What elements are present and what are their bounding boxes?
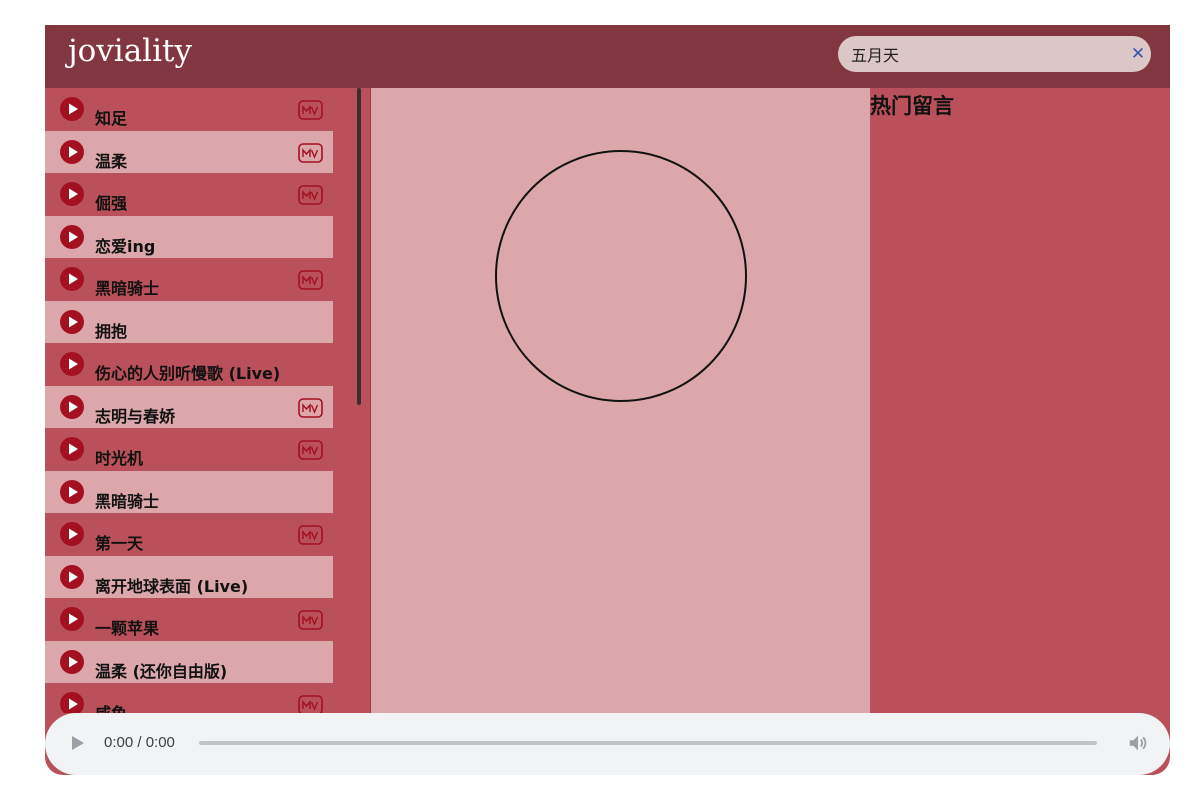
song-title: 离开地球表面 (Live) <box>95 576 249 596</box>
comments-title: 热门留言 <box>870 94 954 118</box>
play-circle-icon[interactable] <box>60 224 84 249</box>
song-title: 拥抱 <box>95 321 128 341</box>
app-logo: joviality <box>68 33 192 69</box>
play-circle-icon[interactable] <box>60 309 84 334</box>
song-list: 知足 温柔 倔强 恋爱ing 黑暗骑士 拥抱 伤心的人别听慢歌 (Live) 志明与春娇 时光机… <box>45 88 333 713</box>
list-item[interactable]: 温柔 <box>45 130 333 173</box>
song-title: 黑暗骑士 <box>95 491 160 511</box>
play-circle-icon[interactable] <box>60 479 84 504</box>
audio-player: 0:00 / 0:00 <box>45 713 1170 775</box>
play-circle-icon[interactable] <box>60 607 84 631</box>
play-circle-icon[interactable] <box>60 352 84 376</box>
volume-icon[interactable] <box>1127 732 1149 754</box>
song-title: 恋爱ing <box>95 236 156 256</box>
play-circle-icon[interactable] <box>60 267 84 291</box>
list-item[interactable]: 一颗苹果 <box>45 598 333 641</box>
play-circle-icon[interactable] <box>60 182 84 206</box>
list-item[interactable]: 黑暗骑士 <box>45 470 333 513</box>
header-bar: joviality ✕ <box>45 25 1170 88</box>
mv-icon[interactable] <box>298 100 323 120</box>
player-panel <box>371 88 870 713</box>
song-title: 时光机 <box>95 449 144 468</box>
song-title: 伤心的人别听慢歌 (Live) <box>95 364 281 383</box>
play-circle-icon[interactable] <box>60 394 84 419</box>
song-title: 咸鱼 <box>95 700 127 713</box>
list-item[interactable]: 伤心的人别听慢歌 (Live) <box>45 343 333 386</box>
list-item[interactable]: 咸鱼 <box>45 683 333 713</box>
list-item[interactable]: 第一天 <box>45 513 333 556</box>
mv-icon[interactable] <box>298 695 323 713</box>
list-item[interactable]: 倔强 <box>45 173 333 216</box>
progress-bar[interactable] <box>199 741 1097 745</box>
list-item[interactable]: 离开地球表面 (Live) <box>45 555 333 598</box>
song-title: 温柔 <box>95 151 128 171</box>
mv-icon[interactable] <box>298 525 323 545</box>
song-title: 知足 <box>95 109 128 128</box>
play-circle-icon[interactable] <box>60 692 84 713</box>
play-circle-icon[interactable] <box>60 437 84 461</box>
app-window: joviality ✕ 知足温柔倔强恋爱ing黑暗骑士拥抱伤心的人别听慢歌 (L… <box>45 25 1170 775</box>
mv-icon[interactable] <box>298 270 323 290</box>
list-item[interactable]: 黑暗骑士 <box>45 258 333 301</box>
search-box: ✕ <box>838 36 1151 72</box>
mv-icon[interactable] <box>298 610 323 630</box>
play-circle-icon[interactable] <box>60 522 84 546</box>
song-title: 一颗苹果 <box>95 619 160 638</box>
list-item[interactable]: 温柔 (还你自由版) <box>45 640 333 683</box>
song-title: 温柔 (还你自由版) <box>95 661 228 681</box>
comments-panel: 热门留言 <box>870 88 1170 713</box>
list-item[interactable]: 恋爱ing <box>45 215 333 258</box>
scrollbar-thumb[interactable] <box>357 88 361 405</box>
list-item[interactable]: 拥抱 <box>45 300 333 343</box>
time-display: 0:00 / 0:00 <box>104 734 175 751</box>
mv-icon[interactable] <box>298 397 323 418</box>
list-item[interactable]: 志明与春娇 <box>45 385 333 428</box>
song-title: 志明与春娇 <box>95 406 176 426</box>
mv-icon[interactable] <box>298 440 323 460</box>
album-disc <box>495 150 747 402</box>
play-circle-icon[interactable] <box>60 564 84 589</box>
close-icon[interactable]: ✕ <box>1129 45 1147 63</box>
play-circle-icon[interactable] <box>60 649 84 674</box>
search-input[interactable] <box>851 36 1121 72</box>
song-title: 黑暗骑士 <box>95 279 160 298</box>
mv-icon[interactable] <box>298 142 323 163</box>
list-item[interactable]: 时光机 <box>45 428 333 471</box>
play-circle-icon[interactable] <box>60 97 84 121</box>
play-icon[interactable] <box>71 735 85 751</box>
song-title: 倔强 <box>95 194 128 213</box>
list-item[interactable]: 知足 <box>45 88 333 131</box>
mv-icon[interactable] <box>298 185 323 205</box>
song-title: 第一天 <box>95 534 144 553</box>
play-circle-icon[interactable] <box>60 139 84 164</box>
